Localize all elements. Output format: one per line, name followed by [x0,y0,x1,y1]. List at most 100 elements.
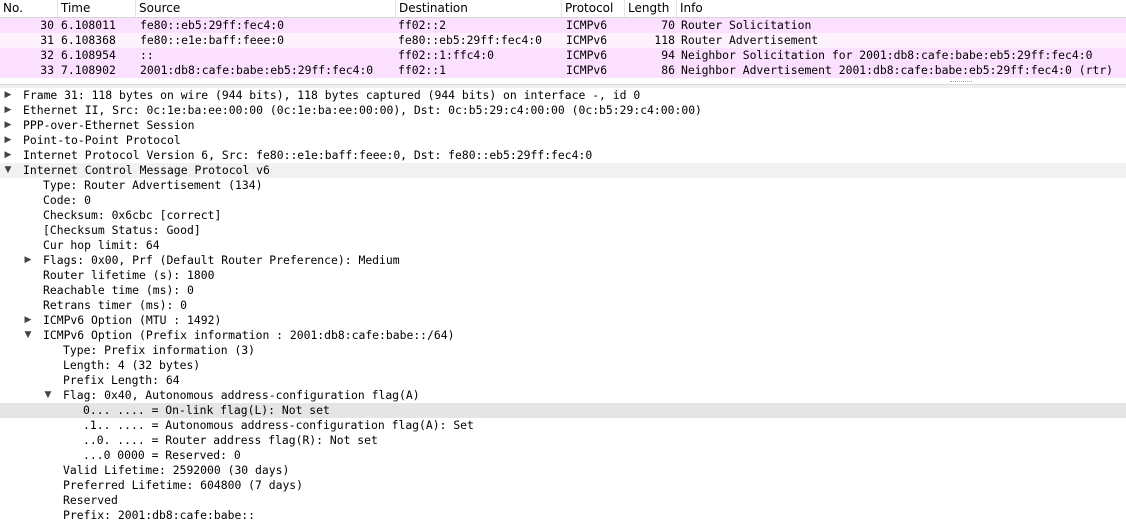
cell-length: 94 [661,48,675,62]
cell-info: Neighbor Advertisement 2001:db8:cafe:bab… [681,63,1114,77]
cell-source: 2001:db8:cafe:babe:eb5:29ff:fec4:0 [140,63,374,77]
column-header-time[interactable]: Time [58,0,136,17]
tree-item[interactable]: Type: Prefix information (3) [0,343,1126,358]
packet-row[interactable]: 31 6.108368 fe80::e1e:baff:feee:0 fe80::eb5… [0,33,1126,48]
triangle-down-icon[interactable]: ▼ [43,388,53,403]
tree-item[interactable]: ▶ Internet Protocol Version 6, Src: fe80:… [0,148,1126,163]
triangle-right-icon[interactable]: ▶ [23,253,33,268]
cell-protocol: ICMPv6 [566,18,608,32]
cell-time: 6.108011 [61,18,116,32]
column-header-no[interactable]: No. [0,0,58,17]
tree-item[interactable]: Checksum: 0x6cbc [correct] [0,208,1126,223]
tree-item-label: Prefix: 2001:db8:cafe:babe:: [63,508,256,522]
tree-item[interactable]: ...0 0000 = Reserved: 0 [0,448,1126,463]
tree-item-label: Checksum: 0x6cbc [correct] [43,208,222,222]
tree-item[interactable]: Router lifetime (s): 1800 [0,268,1126,283]
triangle-right-icon[interactable]: ▶ [3,118,13,133]
packet-list-header: No. Time Source Destination Protocol Len… [0,0,1126,18]
cell-protocol: ICMPv6 [566,48,608,62]
triangle-down-icon[interactable]: ▼ [3,163,13,178]
triangle-right-icon[interactable]: ▶ [3,133,13,148]
cell-source: :: [140,48,154,62]
tree-item[interactable]: Retrans timer (ms): 0 [0,298,1126,313]
tree-item[interactable]: Prefix Length: 64 [0,373,1126,388]
cell-destination: ff02::2 [398,18,447,32]
tree-item[interactable]: Reserved [0,493,1126,508]
cell-info: Neighbor Solicitation for 2001:db8:cafe:… [681,48,1093,62]
cell-no: 31 [40,33,54,47]
tree-item-label: ..0. .... = Router address flag(R): Not … [83,433,378,447]
tree-item-label: Ethernet II, Src: 0c:1e:ba:ee:00:00 (0c:… [23,103,702,117]
packet-row[interactable]: 30 6.108011 fe80::eb5:29ff:fec4:0 ff02::2 IC… [0,18,1126,33]
packet-list[interactable]: No. Time Source Destination Protocol Len… [0,0,1126,87]
packet-detail-tree[interactable]: ▶ Frame 31: 118 bytes on wire (944 bits),… [0,88,1126,527]
cell-source: fe80::eb5:29ff:fec4:0 [140,18,285,32]
tree-item[interactable]: Code: 0 [0,193,1126,208]
tree-item[interactable]: ▼ Internet Control Message Protocol v6 [0,163,1126,178]
triangle-right-icon[interactable]: ▶ [3,148,13,163]
tree-item[interactable]: Length: 4 (32 bytes) [0,358,1126,373]
tree-item-label: Length: 4 (32 bytes) [63,358,201,372]
tree-item-label: ICMPv6 Option (Prefix information : 2001… [43,328,455,342]
tree-item-label: Valid Lifetime: 2592000 (30 days) [63,463,290,477]
packet-row[interactable]: 32 6.108954:: ff02::1:ffc4:0 ICMPv6 94 Neighb… [0,48,1126,63]
tree-item[interactable]: ▶ Frame 31: 118 bytes on wire (944 bits),… [0,88,1126,103]
tree-item[interactable]: [Checksum Status: Good] [0,223,1126,238]
triangle-right-icon[interactable]: ▶ [3,103,13,118]
tree-item-label: Internet Protocol Version 6, Src: fe80::… [23,148,593,162]
column-header-info[interactable]: Info [677,0,1126,17]
tree-item-label: Internet Control Message Protocol v6 [23,163,270,177]
triangle-down-icon[interactable]: ▼ [23,328,33,343]
cell-no: 30 [40,18,54,32]
cell-destination: ff02::1 [398,63,447,77]
cell-time: 6.108368 [61,33,116,47]
tree-item[interactable]: Reachable time (ms): 0 [0,283,1126,298]
triangle-right-icon[interactable]: ▶ [23,313,33,328]
tree-item[interactable]: .1.. .... = Autonomous address-configura… [0,418,1126,433]
tree-item[interactable]: Type: Router Advertisement (134) [0,178,1126,193]
tree-item-label: Reserved [63,493,118,507]
cell-source: fe80::e1e:baff:feee:0 [140,33,285,47]
tree-item-label: [Checksum Status: Good] [43,223,201,237]
tree-item[interactable]: ..0. .... = Router address flag(R): Not … [0,433,1126,448]
cell-no: 33 [40,63,54,77]
tree-item[interactable]: Prefix: 2001:db8:cafe:babe:: [0,508,1126,523]
tree-item-label: Prefix Length: 64 [63,373,180,387]
tree-item[interactable]: ▶ PPP-over-Ethernet Session [0,118,1126,133]
cell-length: 86 [661,63,675,77]
tree-item-label: .1.. .... = Autonomous address-configura… [83,418,474,432]
column-header-protocol[interactable]: Protocol [562,0,625,17]
tree-item[interactable]: Valid Lifetime: 2592000 (30 days) [0,463,1126,478]
column-header-length[interactable]: Length [625,0,677,17]
cell-protocol: ICMPv6 [566,33,608,47]
tree-item[interactable]: ▶ ICMPv6 Option (MTU : 1492) [0,313,1126,328]
tree-item-label: Reachable time (ms): 0 [43,283,194,297]
tree-item[interactable]: ▶ Ethernet II, Src: 0c:1e:ba:ee:00:00 (0c… [0,103,1126,118]
triangle-right-icon[interactable]: ▶ [3,88,13,103]
tree-item-label: Flags: 0x00, Prf (Default Router Prefere… [43,253,400,267]
tree-item[interactable]: ▼ Flag: 0x40, Autonomous address-configur… [0,388,1126,403]
tree-item-label: ICMPv6 Option (MTU : 1492) [43,313,222,327]
tree-item[interactable]: 0... .... = On-link flag(L): Not set [0,403,1126,418]
tree-item[interactable]: ▶ Point-to-Point Protocol [0,133,1126,148]
tree-item[interactable]: ▶ Flags: 0x00, Prf (Default Router Prefer… [0,253,1126,268]
tree-item-label: Router lifetime (s): 1800 [43,268,215,282]
tree-item[interactable]: ▼ ICMPv6 Option (Prefix information : 200… [0,328,1126,343]
packet-row[interactable]: 33 7.108902 2001:db8:cafe:babe:eb5:29ff:fe… [0,63,1126,78]
cell-destination: ff02::1:ffc4:0 [398,48,495,62]
cell-info: Router Solicitation [681,18,812,32]
tree-item-label: Code: 0 [43,193,92,207]
tree-item-label: Point-to-Point Protocol [23,133,181,147]
tree-item-label: Frame 31: 118 bytes on wire (944 bits), … [23,88,641,102]
column-header-source[interactable]: Source [136,0,396,17]
tree-item-label: Type: Router Advertisement (134) [43,178,263,192]
column-header-destination[interactable]: Destination [396,0,562,17]
tree-item-label: Flag: 0x40, Autonomous address-configura… [63,388,420,402]
cell-length: 118 [654,33,675,47]
tree-item-label: Type: Prefix information (3) [63,343,256,357]
tree-item[interactable]: Cur hop limit: 64 [0,238,1126,253]
tree-item[interactable]: Preferred Lifetime: 604800 (7 days) [0,478,1126,493]
tree-item-label: Preferred Lifetime: 604800 (7 days) [63,478,304,492]
cell-info: Router Advertisement [681,33,819,47]
tree-item-label: Retrans timer (ms): 0 [43,298,188,312]
